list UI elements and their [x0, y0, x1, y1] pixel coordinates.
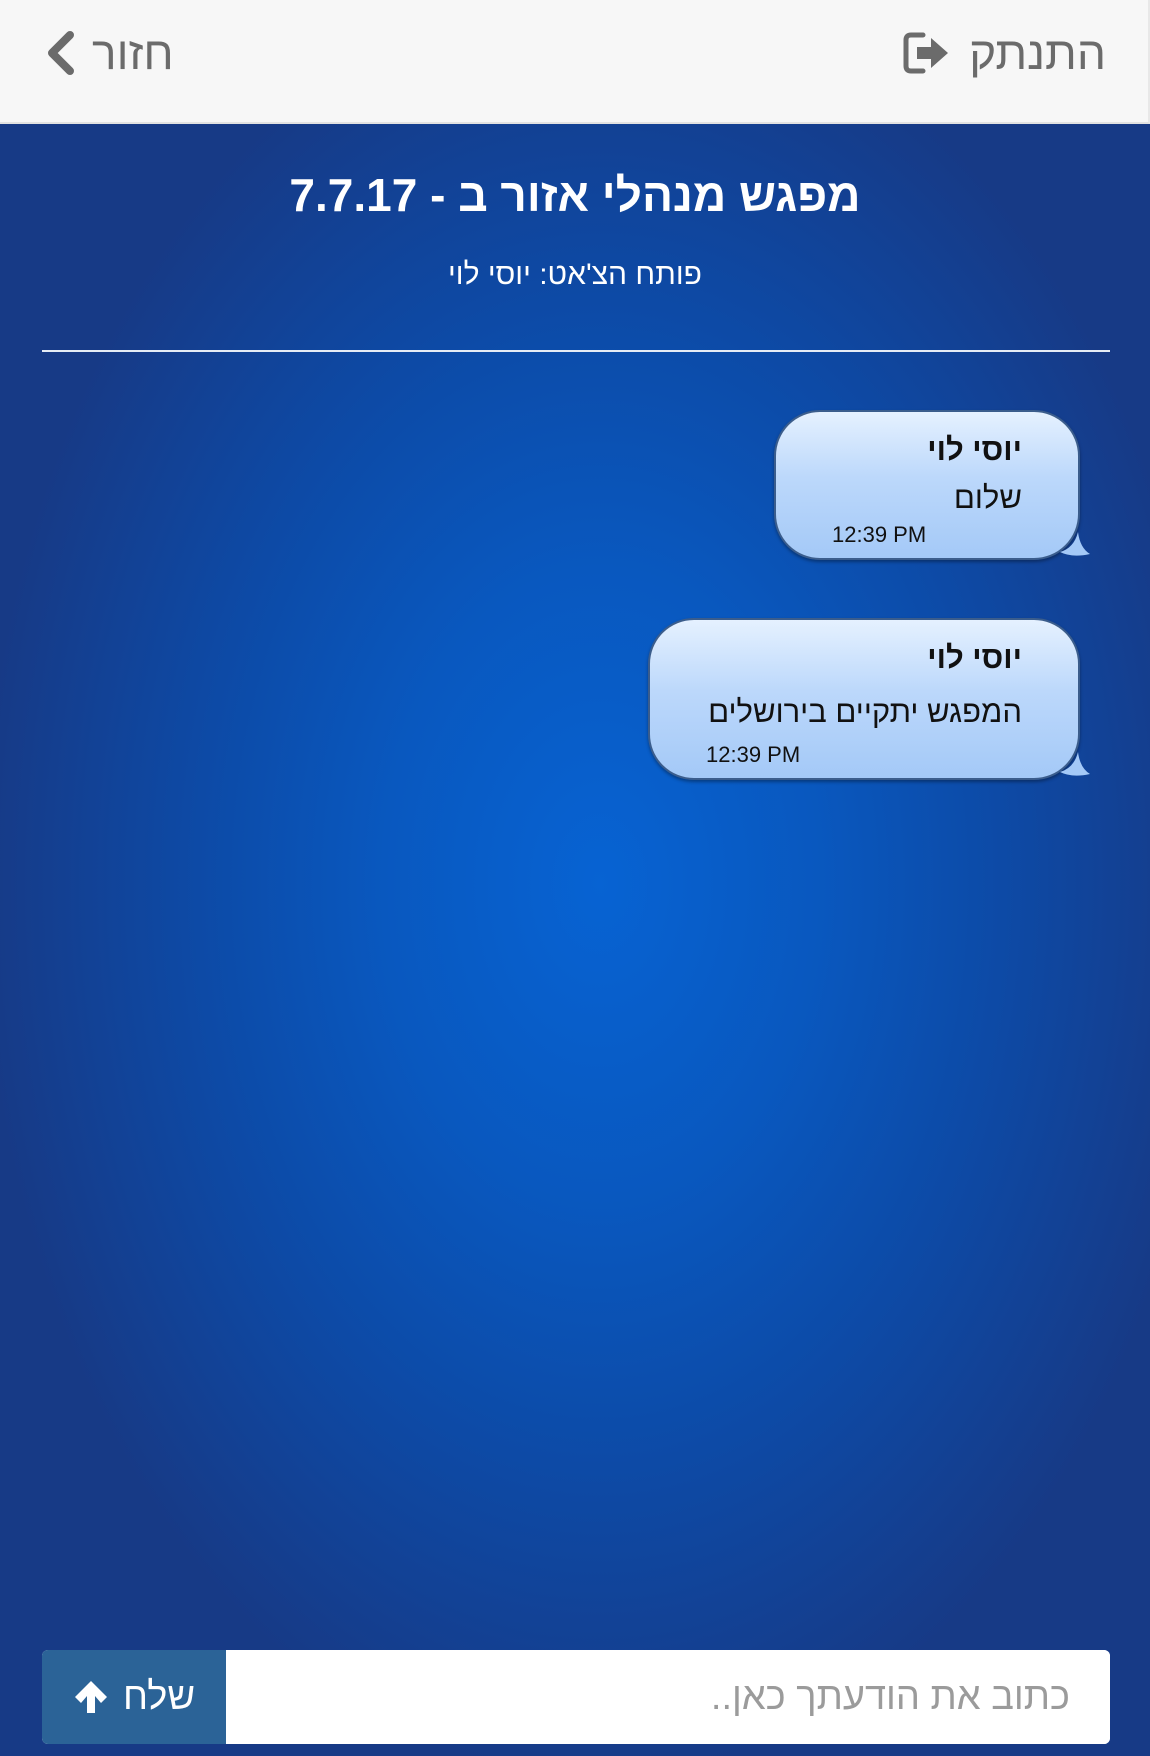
- bubble-tail: [1060, 752, 1090, 776]
- chat-area[interactable]: מפגש מנהלי אזור ב - 7.7.17 פותח הצ'אט: י…: [0, 124, 1150, 1756]
- sign-out-icon: [903, 32, 949, 74]
- send-button[interactable]: שלח: [42, 1650, 226, 1744]
- message-composer: שלח: [42, 1650, 1110, 1744]
- message-sender: יוסי לוי: [927, 640, 1022, 675]
- message-text: שלום: [953, 480, 1022, 515]
- message-input[interactable]: [226, 1650, 1110, 1744]
- message-time: 12:39 PM: [706, 742, 801, 767]
- divider: [42, 350, 1110, 352]
- bubble-tail: [1060, 532, 1090, 556]
- back-label: חזור: [92, 27, 174, 79]
- message-sender: יוסי לוי: [927, 432, 1022, 467]
- back-button[interactable]: חזור: [46, 24, 174, 82]
- chat-title: מפגש מנהלי אזור ב - 7.7.17: [289, 169, 861, 221]
- arrow-up-icon: [74, 1681, 107, 1713]
- logout-label: התנתק: [969, 27, 1106, 79]
- top-bar: התנתק חזור: [0, 0, 1150, 124]
- message-time: 12:39 PM: [832, 522, 927, 547]
- message-bubble: יוסי לוי המפגש יתקיים בירושלים 12:39 PM: [648, 618, 1090, 780]
- chat-opener: פותח הצ'אט: יוסי לוי: [448, 258, 702, 291]
- message-bubble: יוסי לוי שלום 12:39 PM: [774, 410, 1090, 560]
- message-text: המפגש יתקיים בירושלים: [708, 694, 1022, 729]
- send-label: שלח: [122, 1675, 196, 1718]
- logout-button[interactable]: התנתק: [903, 24, 1106, 82]
- chevron-left-icon: [48, 31, 74, 75]
